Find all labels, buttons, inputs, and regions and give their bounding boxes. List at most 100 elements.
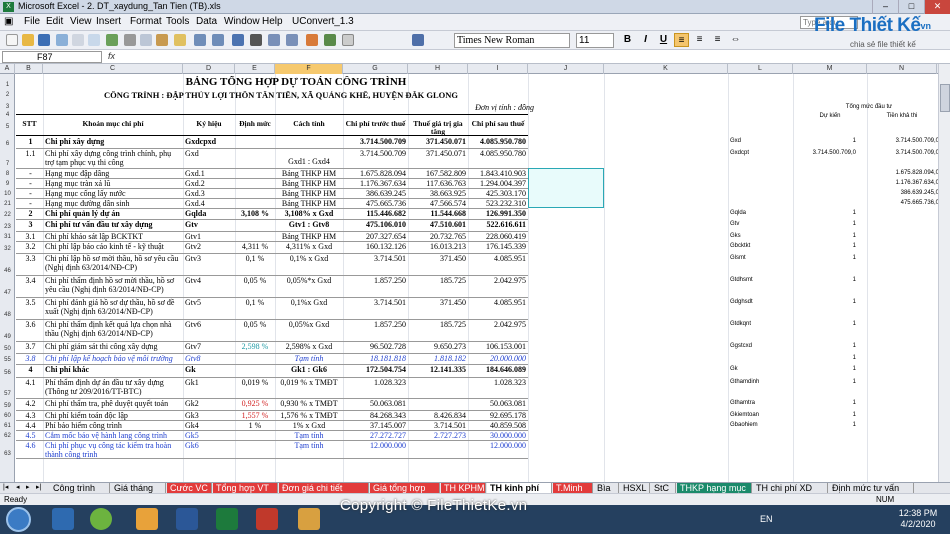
cell-pre-tax[interactable]: 1.857.250 — [344, 320, 406, 342]
cell-post-tax[interactable]: 40.859.508 — [469, 421, 526, 431]
merge-center-icon[interactable]: ⇔ — [728, 33, 743, 47]
cell-vat[interactable] — [409, 378, 466, 399]
cell-code[interactable]: Gxd.3 — [185, 189, 233, 199]
language-indicator[interactable]: EN — [760, 514, 773, 524]
cell-m[interactable] — [869, 342, 938, 354]
permission-icon[interactable] — [56, 34, 68, 46]
cell-post-tax[interactable]: 2.042.975 — [469, 320, 526, 342]
sheet-title[interactable]: BẢNG TỔNG HỢP DỰ TOÁN CÔNG TRÌNH — [106, 76, 486, 88]
word-icon[interactable] — [176, 508, 198, 530]
tab-prev-icon[interactable]: ◂ — [16, 483, 20, 491]
cell-m[interactable] — [869, 431, 938, 441]
clock[interactable]: 12:38 PM 4/2/2020 — [890, 508, 946, 530]
cell-post-tax[interactable]: 106.153.001 — [469, 342, 526, 354]
cell-post-tax[interactable]: 4.085.951 — [469, 254, 526, 276]
cell-stt[interactable]: 4.6 — [18, 441, 43, 459]
cell-l[interactable]: 3.714.500.709,0 — [795, 149, 856, 169]
cell-l[interactable]: 1 — [795, 320, 856, 342]
row-number[interactable]: 22 — [0, 212, 15, 218]
menu-help[interactable]: Help — [262, 16, 283, 27]
cell-l[interactable]: 1 — [795, 220, 856, 232]
cell-method[interactable] — [277, 137, 341, 149]
cell-vat[interactable]: 371.450 — [409, 298, 466, 320]
cell-m[interactable]: 1.176.367.634,0 — [869, 179, 938, 189]
cell-rate[interactable]: 0,925 % — [237, 399, 273, 411]
row-number[interactable]: 23 — [0, 224, 15, 230]
cell-stt[interactable]: 3.5 — [18, 298, 43, 320]
cell-method[interactable]: Bảng THKP HM — [277, 232, 341, 242]
cell-pre-tax[interactable]: 3.714.501 — [344, 254, 406, 276]
cell-m[interactable] — [869, 298, 938, 320]
cell-m[interactable] — [869, 232, 938, 242]
cell-m[interactable] — [869, 365, 938, 378]
cell-stt[interactable]: 4 — [18, 365, 43, 378]
cell-l[interactable]: 1 — [795, 399, 856, 411]
cell-vat[interactable]: 2.727.273 — [409, 431, 466, 441]
column-header-m[interactable]: M — [793, 64, 867, 74]
cell-vat[interactable]: 371.450 — [409, 254, 466, 276]
hyperlink-icon[interactable] — [232, 34, 244, 46]
menu-file[interactable]: File — [24, 16, 40, 27]
cell-l[interactable] — [795, 189, 856, 199]
cell-pre-tax[interactable]: 37.145.007 — [344, 421, 406, 431]
cell-rate[interactable]: 2,598 % — [237, 342, 273, 354]
sheet-subtitle[interactable]: CÔNG TRÌNH : ĐẬP THỦY LỢI THÔN TÂN TIẾN,… — [46, 91, 516, 102]
row-number[interactable]: 57 — [0, 391, 15, 397]
row-number[interactable]: 32 — [0, 246, 15, 252]
cell-name[interactable]: Chi phí giám sát thi công xây dựng — [45, 342, 181, 354]
cell-stt[interactable]: 1 — [18, 137, 43, 149]
header-cell[interactable]: Chi phí sau thuế — [468, 120, 528, 136]
tab-first-icon[interactable]: |◂ — [3, 483, 8, 491]
spelling-icon[interactable] — [106, 34, 118, 46]
cell-l[interactable]: 1 — [795, 421, 856, 431]
cell-stt[interactable]: 3.4 — [18, 276, 43, 298]
cell-post-tax[interactable]: 126.991.350 — [469, 209, 526, 220]
cell-code[interactable]: Gk6 — [185, 441, 233, 459]
cell-name[interactable]: Chi phí kiểm toán độc lập — [45, 411, 181, 421]
cell-method[interactable]: 0,019 % x TMĐT — [277, 378, 341, 399]
cell-post-tax[interactable]: 176.145.339 — [469, 242, 526, 254]
cell-code[interactable]: Gtv4 — [185, 276, 233, 298]
menu-format[interactable]: Format — [130, 16, 162, 27]
cell-l[interactable]: 1 — [795, 276, 856, 298]
side-header-m[interactable]: Dự kiến — [795, 112, 865, 120]
row-number[interactable]: 3 — [0, 104, 15, 110]
cell-method[interactable]: Bảng THKP HM — [277, 189, 341, 199]
cell-method[interactable]: Bảng THKP HM — [277, 179, 341, 189]
paste-icon[interactable] — [156, 34, 168, 46]
cell-pre-tax[interactable]: 50.063.081 — [344, 399, 406, 411]
cell-rate[interactable] — [237, 232, 273, 242]
cell-name[interactable]: Chi phí quản lý dự án — [45, 209, 181, 220]
row-number[interactable]: 56 — [0, 370, 15, 376]
cell-rate[interactable] — [237, 365, 273, 378]
row-number[interactable]: 62 — [0, 433, 15, 439]
row-number[interactable]: 8 — [0, 171, 15, 177]
cell-vat[interactable]: 11.544.668 — [409, 209, 466, 220]
cell-stt[interactable]: 3.6 — [18, 320, 43, 342]
cell-code[interactable]: Gtv7 — [185, 342, 233, 354]
header-cell[interactable]: Cách tính — [275, 120, 343, 136]
column-header-d[interactable]: D — [183, 64, 235, 74]
cell-rate[interactable]: 1 % — [237, 421, 273, 431]
cell-l[interactable]: 1 — [795, 242, 856, 254]
cell-code[interactable]: Gtv — [185, 220, 233, 232]
cell-pre-tax[interactable]: 475.665.736 — [344, 199, 406, 209]
explorer-icon[interactable] — [52, 508, 74, 530]
cell-code[interactable]: Gtv3 — [185, 254, 233, 276]
cell-method[interactable]: 2,598% x Gxd — [277, 342, 341, 354]
cell-rate[interactable]: 0,019 % — [237, 378, 273, 399]
cell-m[interactable]: 3.714.500.709,0 — [869, 137, 938, 149]
italic-button[interactable]: I — [638, 33, 653, 47]
cell-l[interactable]: 1 — [795, 209, 856, 220]
cell-rate[interactable] — [237, 199, 273, 209]
cell-rate[interactable] — [237, 431, 273, 441]
cell-method[interactable]: Gk1 : Gk6 — [277, 365, 341, 378]
cell-vat[interactable]: 47.566.574 — [409, 199, 466, 209]
cell-rate[interactable]: 0,1 % — [237, 254, 273, 276]
cell-vat[interactable] — [409, 399, 466, 411]
row-number[interactable]: 47 — [0, 290, 15, 296]
copy-icon[interactable] — [140, 34, 152, 46]
cell-post-tax[interactable]: 184.646.089 — [469, 365, 526, 378]
cell-m[interactable] — [869, 441, 938, 459]
sort-asc-icon[interactable] — [268, 34, 280, 46]
